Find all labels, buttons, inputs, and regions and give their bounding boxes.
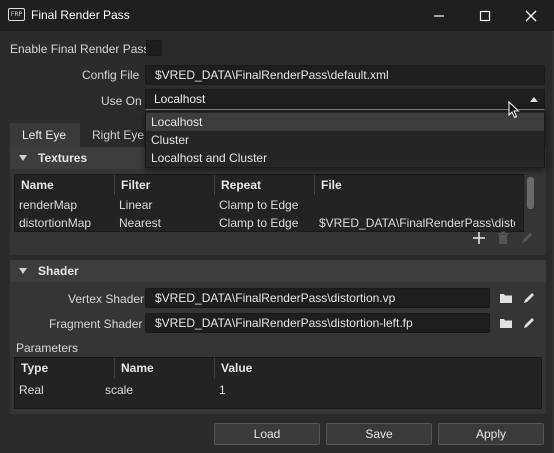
textures-panel: Name Filter Repeat File renderMap Linear…	[10, 169, 546, 255]
delete-icon	[498, 231, 508, 244]
table-cell[interactable]: distortionMap	[15, 214, 115, 232]
shader-header[interactable]: Shader	[10, 260, 546, 282]
vertex-browse-button[interactable]	[497, 289, 515, 307]
dropdown-option-cluster[interactable]: Cluster	[146, 131, 544, 149]
dropdown-option-localhost[interactable]: Localhost	[146, 113, 544, 131]
vertex-edit-button[interactable]	[520, 289, 538, 307]
delete-texture-button[interactable]	[494, 229, 512, 247]
textures-scrollbar[interactable]	[527, 177, 534, 209]
column-header[interactable]: File	[315, 175, 523, 195]
column-header[interactable]: Filter	[115, 175, 215, 195]
vertex-shader-label: Vertex Shader	[68, 292, 145, 306]
column-header[interactable]: Value	[215, 358, 541, 378]
table-cell[interactable]: 1	[215, 381, 315, 399]
table-cell[interactable]: Linear	[115, 196, 215, 214]
use-on-dropdown: Localhost Cluster Localhost and Cluster	[145, 111, 545, 168]
vertex-shader-field[interactable]: $VRED_DATA\FinalRenderPass\distortion.vp	[145, 288, 490, 308]
table-cell[interactable]: Clamp to Edge	[215, 196, 315, 214]
chevron-up-icon	[530, 97, 538, 102]
edit-icon	[524, 293, 534, 303]
enable-label: Enable Final Render Pass	[10, 42, 150, 56]
table-cell[interactable]	[315, 196, 523, 214]
config-file-label: Config File	[82, 68, 140, 82]
minimize-button[interactable]	[416, 0, 462, 31]
edit-icon	[524, 318, 534, 328]
table-cell[interactable]: scale	[101, 381, 201, 399]
add-icon	[473, 232, 485, 244]
save-button[interactable]: Save	[326, 423, 432, 445]
table-cell[interactable]: Clamp to Edge	[215, 214, 315, 232]
shader-title: Shader	[38, 264, 79, 278]
folder-icon	[500, 319, 512, 328]
folder-icon	[500, 294, 512, 303]
add-texture-button[interactable]	[470, 229, 488, 247]
parameters-table: Type Name Value Real scale 1	[14, 357, 542, 409]
load-button[interactable]: Load	[214, 423, 320, 445]
tab-left-eye[interactable]: Left Eye	[10, 123, 80, 147]
maximize-icon	[479, 10, 491, 21]
close-button[interactable]	[508, 0, 554, 31]
textures-title: Textures	[38, 151, 88, 165]
edit-texture-button[interactable]	[518, 229, 536, 247]
app-icon: FRP	[8, 8, 25, 21]
apply-button[interactable]: Apply	[438, 423, 544, 445]
title-bar: FRP Final Render Pass	[0, 0, 554, 31]
use-on-label: Use On	[101, 94, 142, 108]
parameters-label: Parameters	[16, 341, 79, 355]
use-on-value: Localhost	[154, 92, 206, 106]
column-header[interactable]: Repeat	[215, 175, 315, 195]
table-cell[interactable]: Real	[15, 381, 115, 399]
chevron-down-icon	[19, 268, 27, 274]
dropdown-option-localhost-and-cluster[interactable]: Localhost and Cluster	[146, 149, 544, 167]
fragment-browse-button[interactable]	[497, 314, 515, 332]
textures-table: Name Filter Repeat File renderMap Linear…	[14, 174, 524, 232]
fragment-edit-button[interactable]	[520, 314, 538, 332]
fragment-shader-field[interactable]: $VRED_DATA\FinalRenderPass\distortion-le…	[145, 313, 490, 333]
column-header[interactable]: Name	[115, 358, 215, 378]
fragment-shader-label: Fragment Shader	[49, 317, 143, 331]
close-icon	[525, 10, 537, 21]
config-file-field[interactable]: $VRED_DATA\FinalRenderPass\default.xml	[145, 65, 545, 85]
edit-icon	[522, 233, 532, 243]
use-on-select[interactable]: Localhost	[145, 89, 545, 110]
mouse-cursor-icon	[508, 100, 520, 122]
chevron-down-icon	[19, 155, 27, 161]
table-cell[interactable]: renderMap	[15, 196, 115, 214]
column-header[interactable]: Name	[15, 175, 115, 195]
maximize-button[interactable]	[462, 0, 508, 31]
enable-checkbox[interactable]	[146, 40, 162, 56]
window-title: Final Render Pass	[31, 8, 130, 22]
shader-panel: Vertex Shader $VRED_DATA\FinalRenderPass…	[10, 282, 546, 414]
minimize-icon	[434, 14, 444, 17]
column-header[interactable]: Type	[15, 358, 115, 378]
table-cell[interactable]: Nearest	[115, 214, 215, 232]
